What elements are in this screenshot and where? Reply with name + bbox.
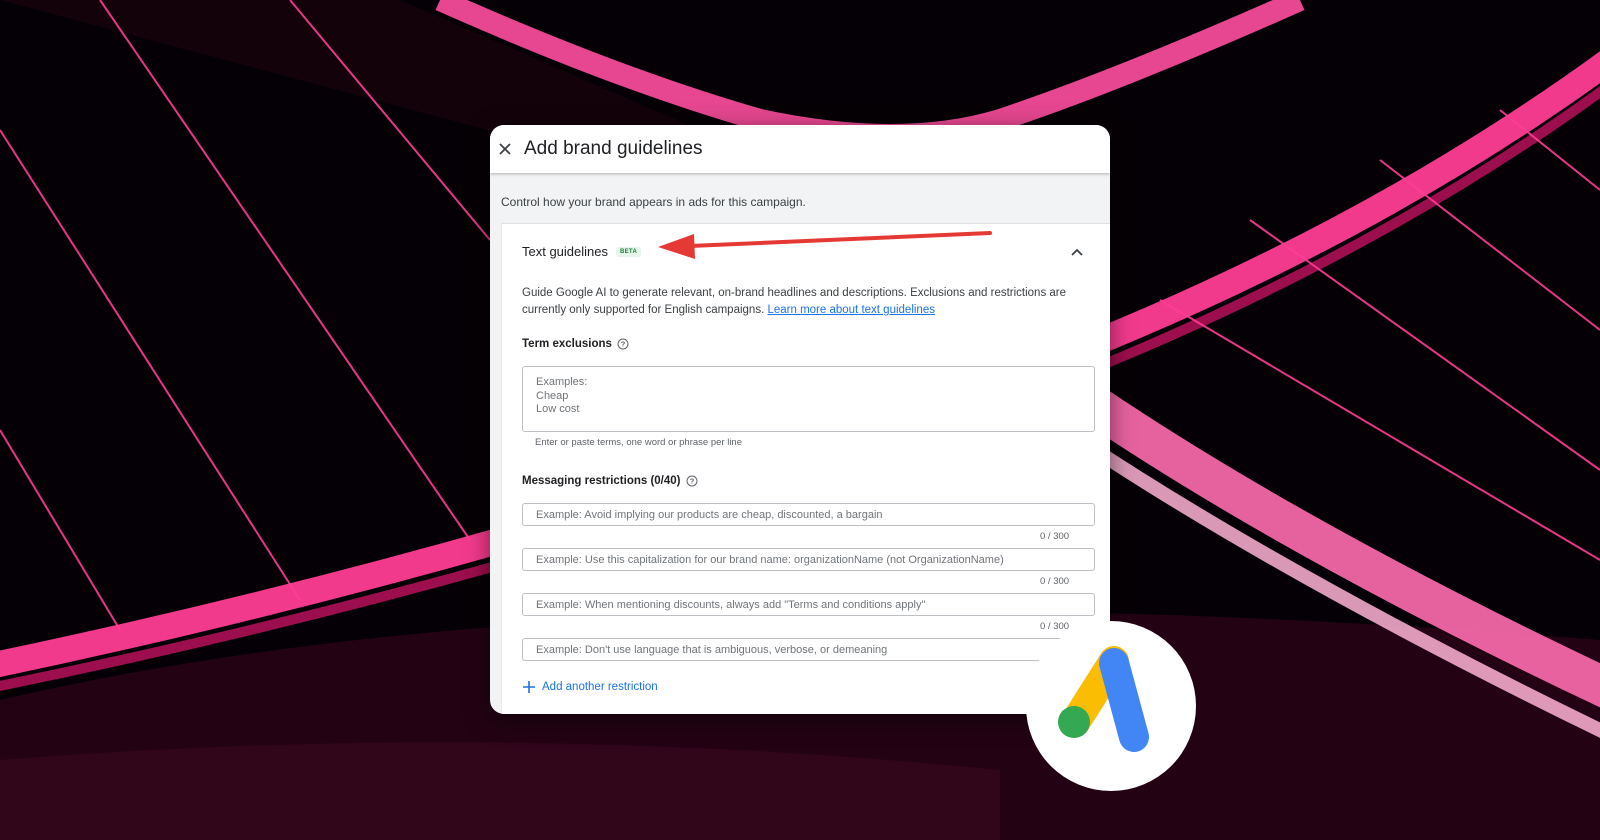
add-restriction-button[interactable]: Add another restriction <box>522 680 658 694</box>
add-restriction-label: Add another restriction <box>542 681 658 693</box>
svg-text:?: ? <box>689 477 694 486</box>
dialog-title: Add brand guidelines <box>524 138 703 159</box>
text-guidelines-section: Text guidelines BETA Guide Google AI to … <box>501 223 1110 714</box>
svg-text:?: ? <box>621 340 626 349</box>
google-ads-logo <box>1058 646 1149 752</box>
google-ads-logo-badge <box>1026 621 1196 791</box>
term-exclusions-input[interactable] <box>522 366 1095 432</box>
restriction-input-2[interactable] <box>522 548 1095 571</box>
beta-badge: BETA <box>616 246 642 257</box>
section-header: Text guidelines BETA <box>522 244 642 259</box>
messaging-restrictions-label: Messaging restrictions (0/40) <box>522 475 681 487</box>
restriction-counter-2: 0 / 300 <box>1040 576 1070 587</box>
messaging-restrictions-label-row: Messaging restrictions (0/40) ? <box>522 475 698 487</box>
learn-more-link[interactable]: Learn more about text guidelines <box>767 304 935 316</box>
plus-icon <box>523 681 535 693</box>
help-circle-icon[interactable]: ? <box>617 338 629 350</box>
dialog-intro-text: Control how your brand appears in ads fo… <box>501 195 806 209</box>
restriction-input-4[interactable] <box>522 638 1095 661</box>
restriction-input-1[interactable] <box>522 503 1095 526</box>
brand-guidelines-dialog: Add brand guidelines Control how your br… <box>490 125 1110 714</box>
term-exclusions-label: Term exclusions <box>522 338 612 350</box>
term-exclusions-label-row: Term exclusions ? <box>522 338 629 350</box>
dialog-header: Add brand guidelines <box>490 125 1110 173</box>
help-circle-icon[interactable]: ? <box>686 475 698 487</box>
section-description: Guide Google AI to generate relevant, on… <box>522 285 1087 319</box>
term-exclusions-hint: Enter or paste terms, one word or phrase… <box>535 437 742 448</box>
restriction-input-3[interactable] <box>522 593 1095 616</box>
close-icon[interactable] <box>494 138 516 160</box>
section-title: Text guidelines <box>522 244 608 259</box>
restriction-counter-1: 0 / 300 <box>1040 531 1070 542</box>
chevron-up-icon[interactable] <box>1067 242 1087 262</box>
